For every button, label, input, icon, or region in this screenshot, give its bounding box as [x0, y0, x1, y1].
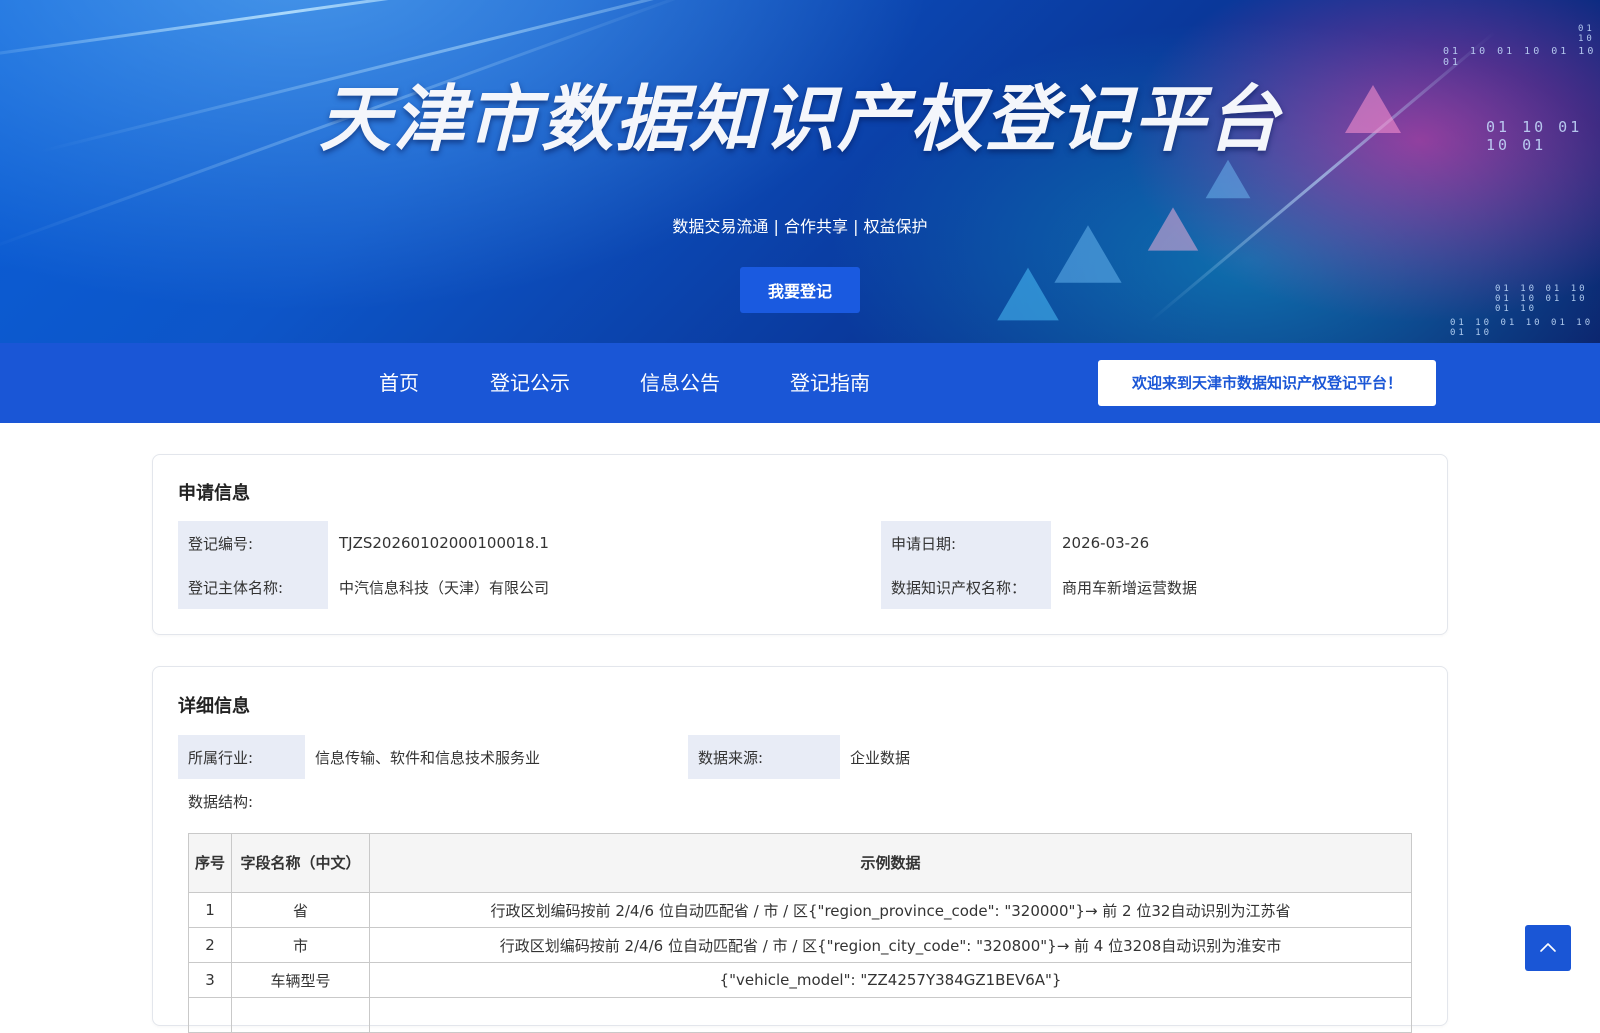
reg-no-label: 登记编号: — [178, 521, 328, 565]
back-to-top-button[interactable] — [1525, 925, 1571, 971]
table-row: 2 市 行政区划编码按前 2/4/6 位自动匹配省 / 市 / 区{"regio… — [188, 927, 1412, 963]
hero-slogan: 数据交易流通 | 合作共享 | 权益保护 — [672, 217, 928, 236]
ip-name-label: 数据知识产权名称： — [881, 565, 1051, 609]
hero-title: 天津市数据知识产权登记平台 — [318, 77, 1281, 161]
nav-item-announcements[interactable]: 信息公告 — [640, 343, 720, 423]
cell-index — [188, 997, 232, 1033]
date-label: 申请日期: — [881, 521, 1051, 565]
hero-banner: 01 10 01 10 01 10 01 01 10 01 10 01 01 1… — [0, 0, 1600, 343]
industry-value: 信息传输、软件和信息技术服务业 — [315, 748, 541, 767]
cell-field-name — [231, 997, 370, 1033]
decor-triangle — [1205, 159, 1251, 199]
register-button[interactable]: 我要登记 — [740, 267, 860, 313]
table-header-row: 序号 字段名称（中文） 示例数据 — [188, 833, 1412, 893]
nav-item-publicity[interactable]: 登记公示 — [490, 343, 570, 423]
binary-decor: 01 10 01 10 01 10 01 10 01 10 — [1495, 284, 1588, 314]
table-row: 1 省 行政区划编码按前 2/4/6 位自动匹配省 / 市 / 区{"regio… — [188, 892, 1412, 928]
header-index: 序号 — [188, 833, 232, 893]
date-value: 2026-03-26 — [1062, 534, 1150, 552]
table-row — [188, 997, 1412, 1033]
card-title: 申请信息 — [178, 483, 250, 504]
industry-label: 所属行业: — [178, 735, 305, 779]
cell-field-name: 市 — [231, 927, 370, 963]
cell-example — [369, 997, 1412, 1033]
structure-label: 数据结构: — [188, 792, 254, 811]
reg-no-value: TJZS20260102000100018.1 — [339, 534, 549, 552]
cell-field-name: 省 — [231, 892, 370, 928]
light-streak — [0, 0, 634, 63]
cell-index: 1 — [188, 892, 232, 928]
cell-example: {"vehicle_model": "ZZ4257Y384GZ1BEV6A"} — [369, 962, 1412, 998]
decor-triangle — [997, 267, 1059, 321]
detail-info-card: 详细信息 所属行业: 信息传输、软件和信息技术服务业 数据来源: 企业数据 数据… — [152, 666, 1448, 1033]
chevron-up-icon — [1540, 943, 1556, 952]
source-label: 数据来源: — [688, 735, 840, 779]
cell-index: 2 — [188, 927, 232, 963]
cell-example: 行政区划编码按前 2/4/6 位自动匹配省 / 市 / 区{"region_ci… — [369, 927, 1412, 963]
main-nav: 首页 登记公示 信息公告 登记指南 欢迎来到天津市数据知识产权登记平台！ — [0, 343, 1600, 423]
entity-value: 中汽信息科技（天津）有限公司 — [339, 578, 550, 597]
cell-example: 行政区划编码按前 2/4/6 位自动匹配省 / 市 / 区{"region_pr… — [369, 892, 1412, 928]
cell-field-name: 车辆型号 — [231, 962, 370, 998]
table-row: 3 车辆型号 {"vehicle_model": "ZZ4257Y384GZ1B… — [188, 962, 1412, 998]
nav-item-guide[interactable]: 登记指南 — [790, 343, 870, 423]
card-title: 详细信息 — [178, 696, 250, 717]
data-structure-table: 序号 字段名称（中文） 示例数据 1 省 行政区划编码按前 2/4/6 位自动匹… — [188, 833, 1412, 1033]
source-value: 企业数据 — [850, 748, 911, 767]
ip-name-value: 商用车新增运营数据 — [1062, 578, 1198, 597]
application-info-card: 申请信息 登记编号: TJZS20260102000100018.1 登记主体名… — [152, 454, 1448, 635]
binary-decor: 01 10 01 10 01 10 01 10 — [1450, 318, 1594, 338]
header-example: 示例数据 — [369, 833, 1412, 893]
welcome-banner: 欢迎来到天津市数据知识产权登记平台！ — [1098, 360, 1436, 406]
nav-item-home[interactable]: 首页 — [379, 343, 419, 423]
cell-index: 3 — [188, 962, 232, 998]
binary-decor: 01 10 — [1578, 24, 1595, 44]
header-field-name: 字段名称（中文） — [231, 833, 370, 893]
entity-label: 登记主体名称: — [178, 565, 328, 609]
